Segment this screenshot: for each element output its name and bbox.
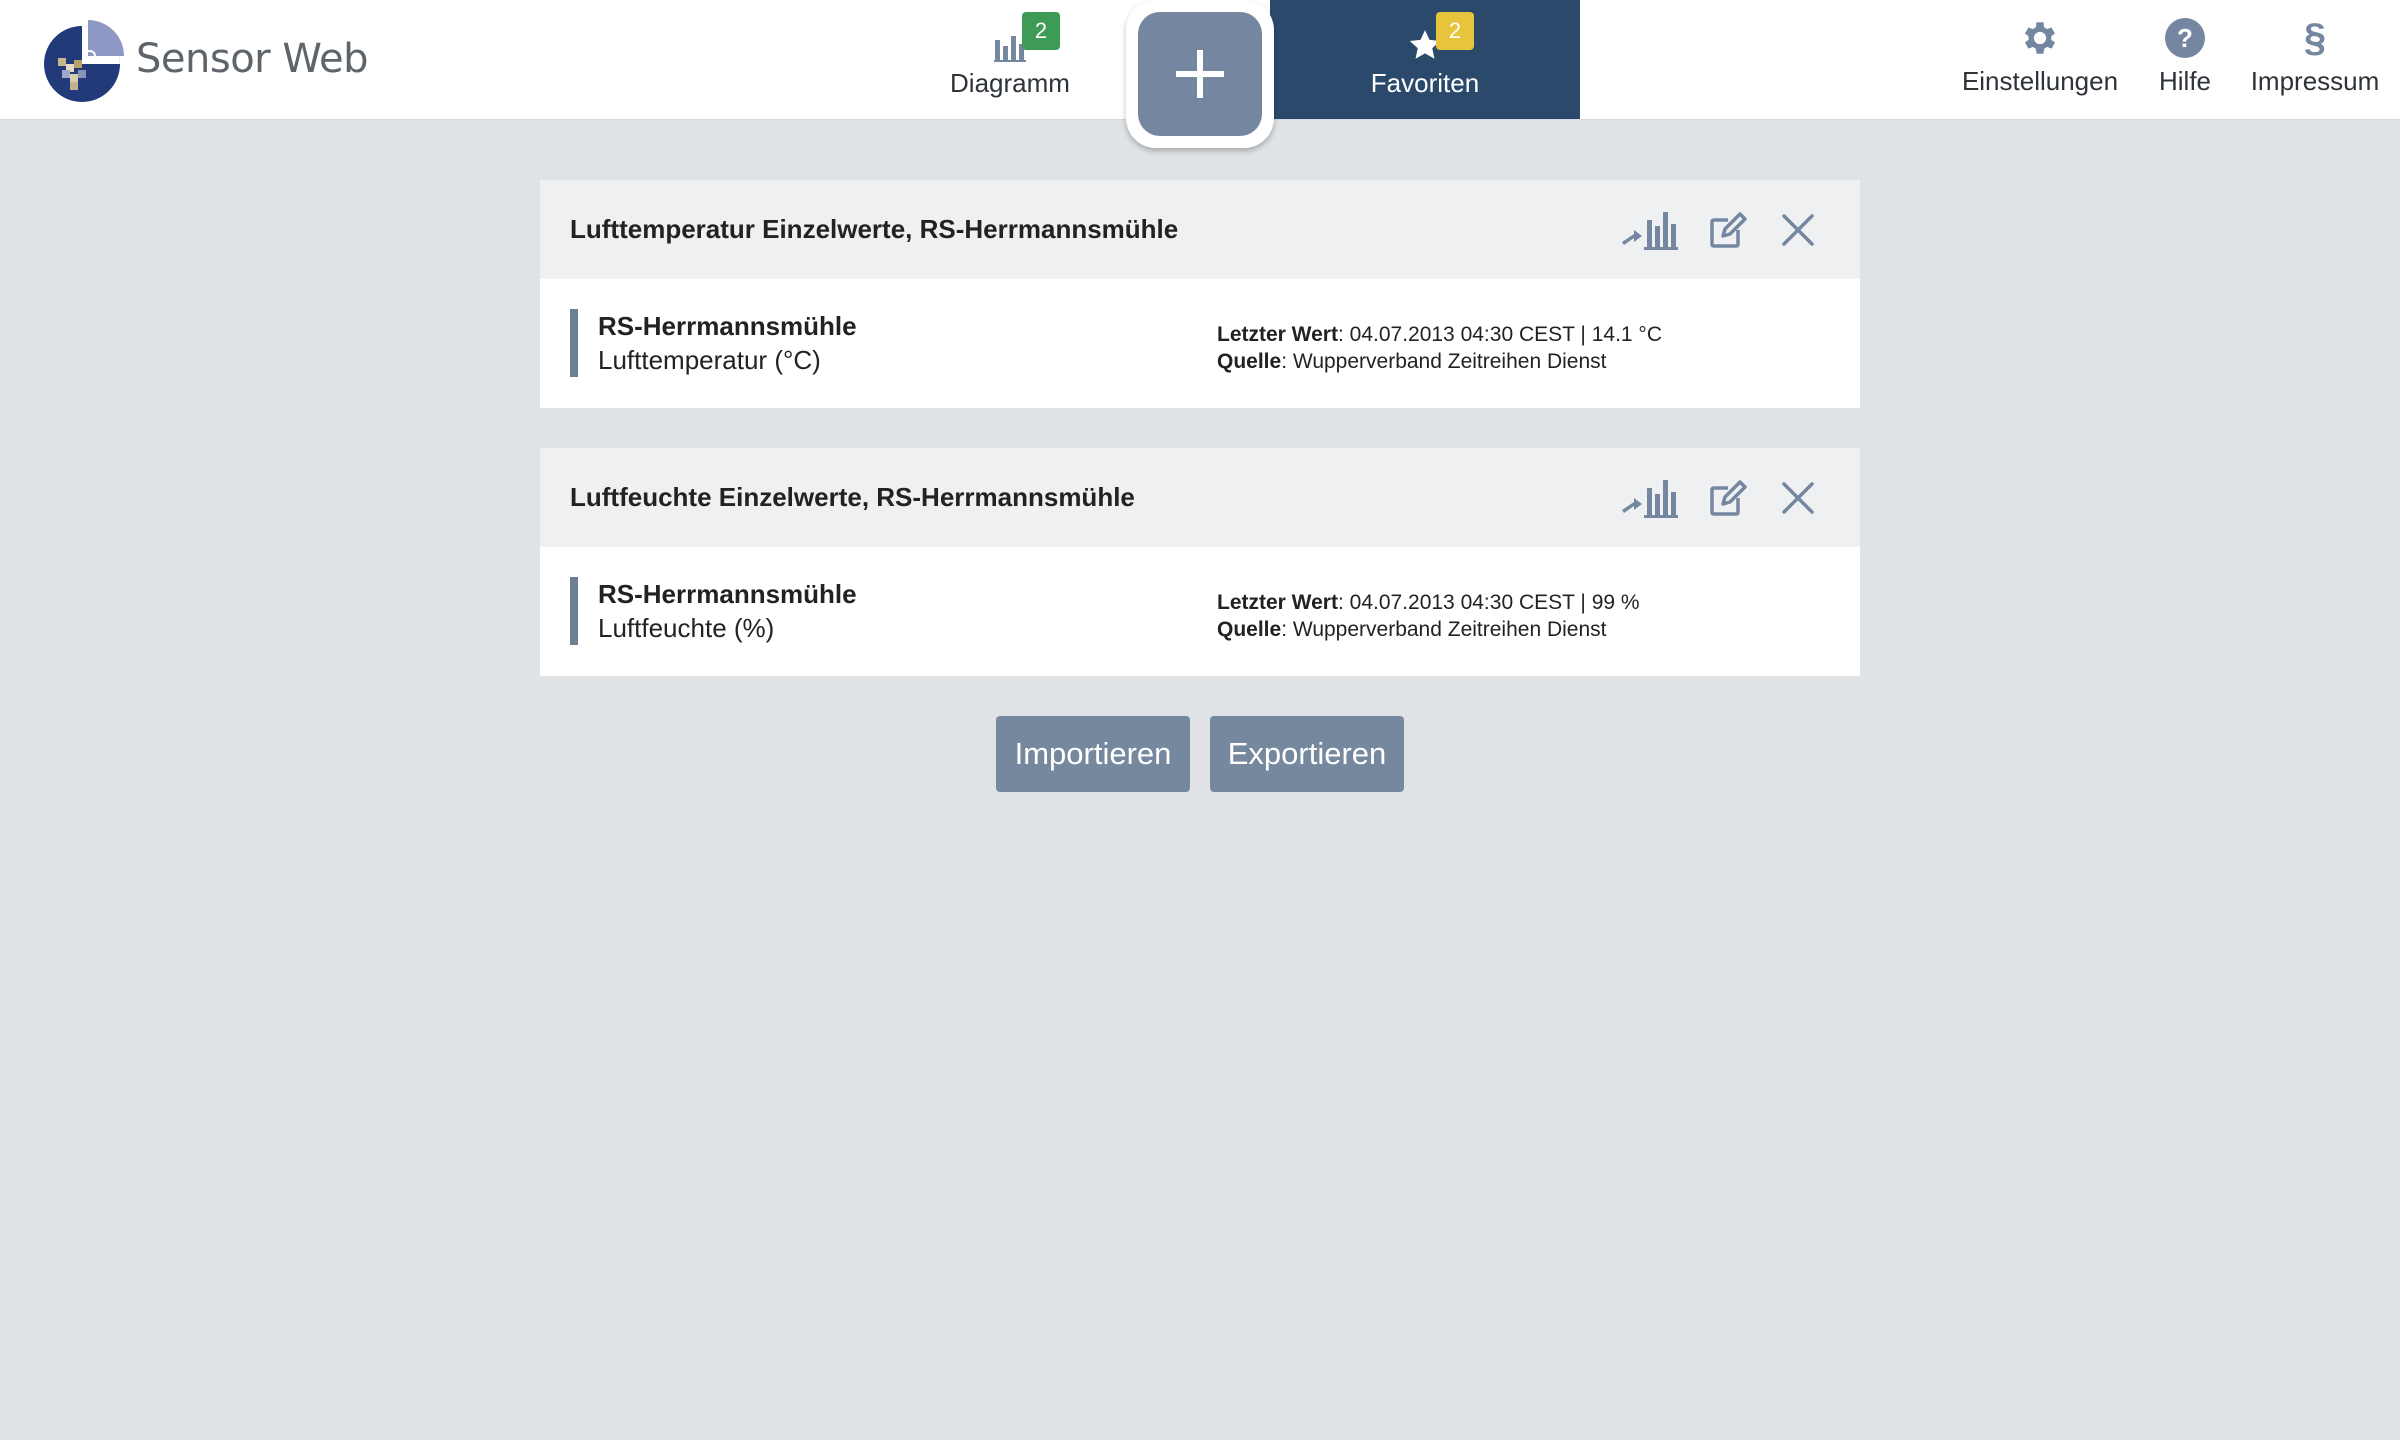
favorite-card: Luftfeuchte Einzelwerte, RS-Herrmannsmüh… (540, 448, 1860, 676)
phenomenon-name: Luftfeuchte (%) (598, 613, 775, 643)
last-value-label: Letzter Wert (1217, 591, 1338, 614)
station-name: RS-Herrmannsmühle (598, 311, 857, 341)
gear-icon (2024, 22, 2056, 54)
top-navbar: Sensor Web 2 Diagramm 2 Favoriten Einste… (0, 0, 2400, 148)
nav-settings-label: Einstellungen (1961, 66, 2119, 96)
last-value: : 04.07.2013 04:30 CEST | 14.1 °C (1337, 323, 1662, 346)
favorite-title: Lufttemperatur Einzelwerte, RS-Herrmanns… (570, 214, 1179, 244)
source-label: Quelle (1217, 618, 1282, 641)
edit-icon (1710, 211, 1747, 248)
close-icon (1782, 213, 1814, 246)
series-info: Letzter Wert: 04.07.2013 04:30 CEST | 14… (1217, 321, 1662, 375)
sensor-web-logo-icon (44, 20, 124, 102)
phenomenon-name: Lufttemperatur (°C) (598, 345, 821, 375)
add-timeseries-button[interactable] (1126, 0, 1274, 148)
series-color-bar (570, 577, 578, 645)
source-value: : Wupperverband Zeitreihen Dienst (1281, 350, 1607, 373)
remove-favorite-button[interactable] (1776, 208, 1820, 252)
import-button[interactable]: Importieren (996, 716, 1190, 792)
favorite-card-body[interactable]: RS-Herrmannsmühle Lufttemperatur (°C) Le… (540, 279, 1860, 408)
source-value: : Wupperverband Zeitreihen Dienst (1281, 618, 1607, 641)
series-color-bar (570, 309, 578, 377)
plus-icon (1176, 50, 1224, 98)
edit-icon (1710, 479, 1747, 516)
edit-favorite-button[interactable] (1704, 206, 1752, 254)
nav-settings[interactable]: Einstellungen (1955, 0, 2125, 119)
nav-favorites-label: Favoriten (1370, 68, 1480, 98)
favorite-card-header: Luftfeuchte Einzelwerte, RS-Herrmannsmüh… (540, 448, 1860, 547)
source-label: Quelle (1217, 350, 1282, 373)
nav-diagram-label: Diagramm (950, 68, 1070, 98)
question-icon: ? (2165, 18, 2205, 58)
favorites-count-badge: 2 (1436, 12, 1474, 50)
nav-help-label: Hilfe (2158, 66, 2211, 96)
add-to-chart-icon (1622, 211, 1678, 250)
nav-favorites[interactable]: 2 Favoriten (1270, 0, 1580, 119)
favorite-title: Luftfeuchte Einzelwerte, RS-Herrmannsmüh… (570, 482, 1135, 512)
question-icon-glyph: ? (2177, 23, 2193, 53)
remove-favorite-button[interactable] (1776, 476, 1820, 520)
add-to-diagram-button[interactable] (1618, 473, 1682, 523)
station-name: RS-Herrmannsmühle (598, 579, 857, 609)
app-logo[interactable]: Sensor Web (40, 14, 369, 104)
app-title: Sensor Web (136, 36, 369, 82)
last-value: : 04.07.2013 04:30 CEST | 99 % (1337, 591, 1640, 614)
add-to-diagram-button[interactable] (1618, 205, 1682, 255)
favorite-card-body[interactable]: RS-Herrmannsmühle Luftfeuchte (%) Letzte… (540, 547, 1860, 676)
nav-impressum-label: Impressum (2250, 66, 2380, 96)
diagram-count-badge: 2 (1022, 12, 1060, 50)
section-sign-icon: § (2303, 15, 2327, 60)
nav-help[interactable]: ? Hilfe (2150, 0, 2220, 119)
nav-diagram[interactable]: 2 Diagramm (900, 0, 1120, 119)
favorite-card-header: Lufttemperatur Einzelwerte, RS-Herrmanns… (540, 180, 1860, 279)
close-icon (1782, 481, 1814, 514)
export-button[interactable]: Exportieren (1210, 716, 1404, 792)
series-info: Letzter Wert: 04.07.2013 04:30 CEST | 99… (1217, 589, 1640, 643)
nav-impressum[interactable]: § Impressum (2245, 0, 2385, 119)
edit-favorite-button[interactable] (1704, 474, 1752, 522)
last-value-label: Letzter Wert (1217, 323, 1338, 346)
favorite-card: Lufttemperatur Einzelwerte, RS-Herrmanns… (540, 180, 1860, 408)
add-to-chart-icon (1622, 479, 1678, 518)
